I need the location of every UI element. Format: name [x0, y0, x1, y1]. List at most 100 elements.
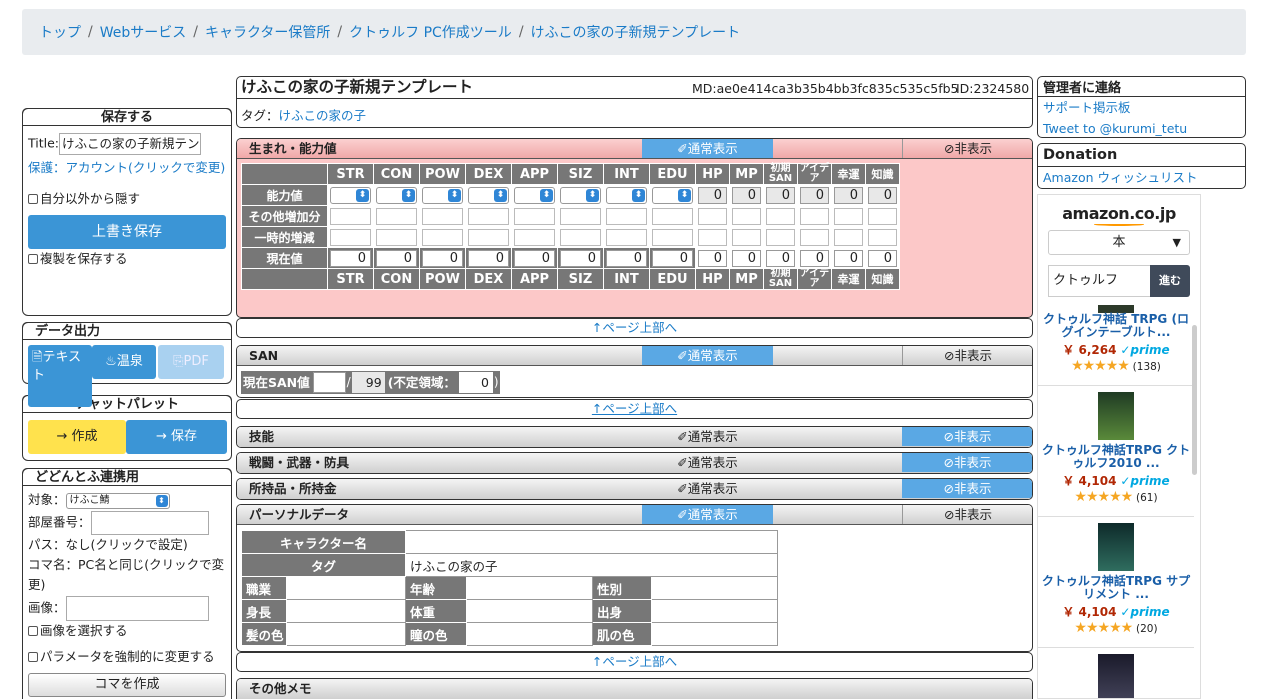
other-dex-input[interactable] — [468, 207, 509, 225]
height-input[interactable] — [286, 599, 406, 623]
amazon-product-3[interactable]: クトゥルフ神話TRPG サプリメント ... ￥ 4,104 ✓prime ★★… — [1038, 516, 1194, 636]
other-app-input[interactable] — [514, 207, 555, 225]
other-san-input[interactable] — [766, 207, 795, 225]
items-hide-toggle[interactable]: ⊘非表示 — [902, 479, 1032, 498]
temp-dex-input[interactable] — [468, 228, 509, 246]
breadcrumb-current[interactable]: けふこの家の子新規テンプレート — [531, 22, 741, 42]
image-input[interactable] — [65, 596, 209, 621]
personal-hide-toggle[interactable]: ⊘非表示 — [902, 505, 1032, 524]
hide-others-checkbox[interactable] — [28, 194, 38, 204]
other-mp-input[interactable] — [732, 207, 761, 225]
pow-select[interactable] — [422, 186, 463, 204]
siz-select[interactable] — [560, 186, 601, 204]
temp-siz-input[interactable] — [560, 228, 601, 246]
support-board-link[interactable]: サポート掲示板 — [1038, 97, 1245, 118]
items-normal-toggle[interactable]: ✐通常表示 — [642, 479, 773, 498]
other-idea-input[interactable] — [800, 207, 829, 225]
personal-normal-toggle[interactable]: ✐通常表示 — [642, 505, 773, 524]
cur-know[interactable]: 0 — [868, 249, 897, 267]
piece-name-link[interactable]: コマ名：PC名と同じ(クリックで変更) — [23, 555, 231, 595]
export-onsen-button[interactable]: ♨温泉 — [92, 345, 156, 379]
combat-normal-toggle[interactable]: ✐通常表示 — [642, 453, 773, 472]
eye-input[interactable] — [465, 622, 594, 646]
sex-input[interactable] — [650, 576, 779, 600]
other-know-input[interactable] — [868, 207, 897, 225]
save-copy-checkbox[interactable] — [28, 254, 38, 264]
int-select[interactable] — [606, 186, 647, 204]
san-normal-toggle[interactable]: ✐通常表示 — [642, 346, 773, 365]
breadcrumb-cthulhu-tool[interactable]: クトゥルフ PC作成ツール — [349, 22, 512, 42]
origin-input[interactable] — [650, 599, 779, 623]
con-select[interactable] — [376, 186, 417, 204]
temp-edu-input[interactable] — [652, 228, 693, 246]
temp-app-input[interactable] — [514, 228, 555, 246]
san-hide-toggle[interactable]: ⊘非表示 — [902, 346, 1032, 365]
wishlist-link[interactable]: Amazon ウィッシュリスト — [1038, 167, 1245, 188]
amazon-product-1[interactable]: クトゥルフ神話 TRPG (ログインテーブルト... ￥ 6,264 ✓prim… — [1038, 305, 1194, 374]
other-luck-input[interactable] — [834, 207, 863, 225]
cur-san[interactable]: 0 — [766, 249, 795, 267]
temp-idea-input[interactable] — [800, 228, 829, 246]
amazon-scrollbar[interactable] — [1192, 325, 1197, 475]
temp-know-input[interactable] — [868, 228, 897, 246]
breadcrumb-character-storage[interactable]: キャラクター保管所 — [205, 22, 330, 42]
amazon-go-button[interactable]: 進む — [1150, 265, 1190, 297]
weight-input[interactable] — [465, 599, 594, 623]
skills-normal-toggle[interactable]: ✐通常表示 — [642, 427, 773, 446]
other-edu-input[interactable] — [652, 207, 693, 225]
page-top-link-3[interactable]: ↑ページ上部へ — [236, 652, 1033, 672]
cur-mp[interactable]: 0 — [732, 249, 761, 267]
abilities-normal-toggle[interactable]: ✐通常表示 — [642, 139, 773, 158]
skin-input[interactable] — [650, 622, 779, 646]
tweet-link[interactable]: Tweet to @kurumi_tetu — [1038, 118, 1245, 137]
force-params-checkbox[interactable] — [28, 652, 38, 662]
overwrite-save-button[interactable]: 上書き保存 — [28, 215, 226, 249]
cur-hp[interactable]: 0 — [698, 249, 727, 267]
target-select[interactable]: けふこ鯖 ⬍ — [65, 492, 170, 509]
temp-mp-input[interactable] — [732, 228, 761, 246]
indef-value[interactable]: 0 — [458, 372, 493, 393]
skills-hide-toggle[interactable]: ⊘非表示 — [902, 427, 1032, 446]
other-siz-input[interactable] — [560, 207, 601, 225]
pass-link[interactable]: パス：なし(クリックで設定) — [23, 535, 231, 555]
cur-luck[interactable]: 0 — [834, 249, 863, 267]
protect-link[interactable]: 保護：アカウント(クリックで変更) — [23, 158, 231, 178]
export-text-button[interactable]: 🗎テキスト — [28, 345, 92, 407]
edu-select[interactable] — [652, 186, 693, 204]
page-top-link-1[interactable]: ↑ページ上部へ — [236, 318, 1033, 338]
breadcrumb-web-services[interactable]: Webサービス — [100, 22, 187, 42]
chatpalette-save-button[interactable]: → 保存 — [126, 420, 227, 454]
combat-hide-toggle[interactable]: ⊘非表示 — [902, 453, 1032, 472]
page-top-link-2[interactable]: ↑ページ上部へ — [236, 399, 1033, 419]
tag-input[interactable]: けふこの家の子 — [405, 553, 778, 577]
amazon-logo[interactable]: amazon.co.jp — [1038, 204, 1200, 223]
amazon-product-4[interactable] — [1038, 647, 1194, 698]
temp-san-input[interactable] — [766, 228, 795, 246]
abilities-hide-toggle[interactable]: ⊘非表示 — [902, 139, 1032, 158]
amazon-search-input[interactable]: クトゥルフ — [1048, 265, 1150, 297]
room-number-input[interactable] — [90, 511, 209, 535]
other-int-input[interactable] — [606, 207, 647, 225]
breadcrumb-top[interactable]: トップ — [39, 22, 81, 42]
export-pdf-button[interactable]: ⎘PDF — [158, 345, 224, 379]
char-name-input[interactable] — [405, 530, 778, 554]
temp-luck-input[interactable] — [834, 228, 863, 246]
job-input[interactable] — [286, 576, 406, 600]
amazon-product-2[interactable]: クトゥルフ神話TRPG クトゥルフ2010 ... ￥ 4,104 ✓prime… — [1038, 385, 1194, 505]
other-hp-input[interactable] — [698, 207, 727, 225]
chatpalette-create-button[interactable]: → 作成 — [28, 420, 126, 454]
app-select[interactable] — [514, 186, 555, 204]
select-image-checkbox[interactable] — [28, 626, 38, 636]
temp-con-input[interactable] — [376, 228, 417, 246]
other-str-input[interactable] — [330, 207, 371, 225]
temp-hp-input[interactable] — [698, 228, 727, 246]
create-piece-button[interactable]: コマを作成 — [28, 673, 226, 697]
tag-link[interactable]: けふこの家の子 — [279, 108, 367, 123]
temp-pow-input[interactable] — [422, 228, 463, 246]
hair-input[interactable] — [286, 622, 406, 646]
str-select[interactable] — [330, 186, 371, 204]
other-con-input[interactable] — [376, 207, 417, 225]
dex-select[interactable] — [468, 186, 509, 204]
other-pow-input[interactable] — [422, 207, 463, 225]
temp-str-input[interactable] — [330, 228, 371, 246]
